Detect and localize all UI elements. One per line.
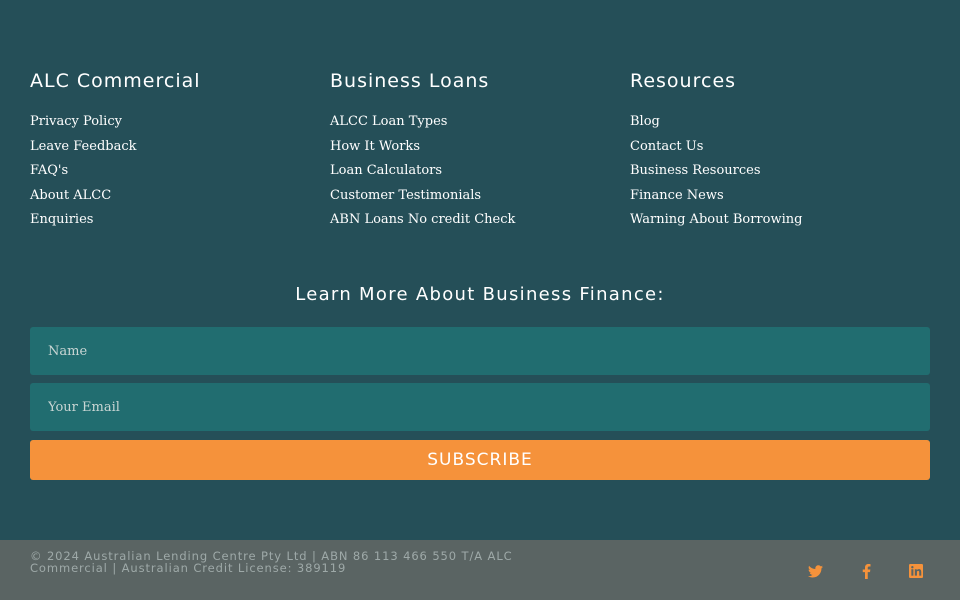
footer-link[interactable]: Business Resources (630, 159, 930, 184)
link-list: Blog Contact Us Business Resources Finan… (630, 110, 930, 233)
linkedin-icon[interactable] (908, 563, 924, 579)
footer-link[interactable]: ALCC Loan Types (330, 110, 630, 135)
footer-link[interactable]: How It Works (330, 135, 630, 160)
footer-link[interactable]: Customer Testimonials (330, 184, 630, 209)
copyright-text: © 2024 Australian Lending Centre Pty Ltd… (30, 549, 513, 575)
link-list: Privacy Policy Leave Feedback FAQ's Abou… (30, 110, 330, 233)
footer-link[interactable]: Privacy Policy (30, 110, 330, 135)
footer-link[interactable]: ABN Loans No credit Check (330, 208, 630, 233)
footer-link[interactable]: Enquiries (30, 208, 330, 233)
bottom-bar: © 2024 Australian Lending Centre Pty Ltd… (0, 540, 960, 600)
column-heading: Resources (630, 70, 737, 92)
footer-link[interactable]: About ALCC (30, 184, 330, 209)
footer-link[interactable]: Contact Us (630, 135, 930, 160)
footer-columns: ALC Commercial Privacy Policy Leave Feed… (30, 68, 930, 233)
footer-link[interactable]: Loan Calculators (330, 159, 630, 184)
link-list: ALCC Loan Types How It Works Loan Calcul… (330, 110, 630, 233)
name-field[interactable] (30, 327, 930, 375)
newsletter-title: Learn More About Business Finance: (295, 284, 665, 305)
footer-link[interactable]: Leave Feedback (30, 135, 330, 160)
twitter-icon[interactable] (807, 563, 823, 579)
footer-link[interactable]: Finance News (630, 184, 930, 209)
footer-top: ALC Commercial Privacy Policy Leave Feed… (0, 0, 960, 540)
footer-link[interactable]: Blog (630, 110, 930, 135)
footer-link[interactable]: FAQ's (30, 159, 330, 184)
facebook-icon[interactable] (858, 563, 874, 579)
footer-link[interactable]: Warning About Borrowing (630, 208, 930, 233)
footer-column-business-loans: Business Loans ALCC Loan Types How It Wo… (330, 68, 630, 233)
column-heading: ALC Commercial (30, 70, 201, 92)
subscribe-button[interactable]: SUBSCRIBE (30, 440, 930, 480)
footer-column-resources: Resources Blog Contact Us Business Resou… (630, 68, 930, 233)
footer-column-alc-commercial: ALC Commercial Privacy Policy Leave Feed… (30, 68, 330, 233)
email-field[interactable] (30, 383, 930, 431)
column-heading: Business Loans (330, 70, 490, 92)
